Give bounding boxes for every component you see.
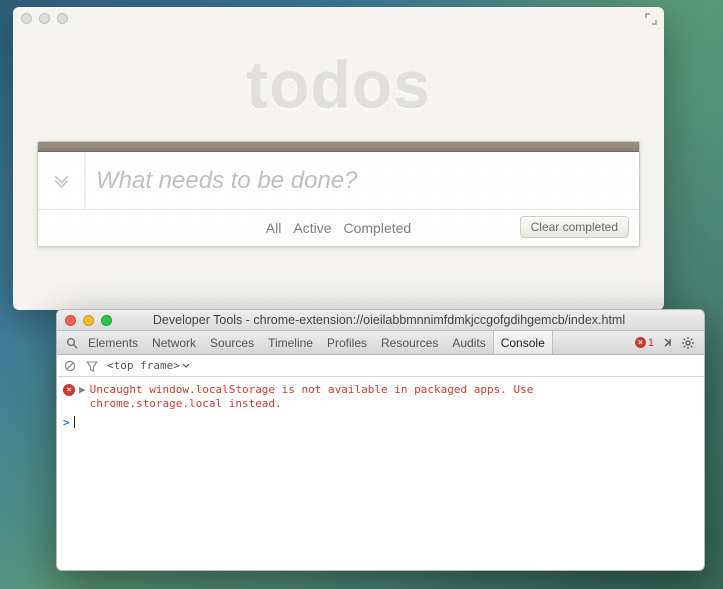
filter-completed[interactable]: Completed <box>343 220 411 236</box>
close-icon[interactable] <box>65 315 76 326</box>
filter-all[interactable]: All <box>266 220 282 236</box>
frame-selector-label: <top frame> <box>107 359 180 372</box>
traffic-lights <box>65 315 112 326</box>
tab-elements[interactable]: Elements <box>81 331 145 354</box>
tab-sources[interactable]: Sources <box>203 331 261 354</box>
todo-footer: All Active Completed Clear completed <box>38 210 639 246</box>
zoom-icon[interactable] <box>57 13 68 24</box>
fullscreen-icon[interactable] <box>645 13 657 25</box>
tab-profiles[interactable]: Profiles <box>320 331 374 354</box>
error-count-badge[interactable]: × 1 <box>631 337 658 349</box>
devtools-window: Developer Tools - chrome-extension://oie… <box>56 309 705 571</box>
console-output: × ▶ Uncaught window.localStorage is not … <box>57 377 704 435</box>
tab-audits[interactable]: Audits <box>445 331 492 354</box>
frame-selector[interactable]: <top frame> <box>107 359 190 372</box>
traffic-lights <box>21 13 68 24</box>
tab-network[interactable]: Network <box>145 331 203 354</box>
devtools-titlebar[interactable]: Developer Tools - chrome-extension://oie… <box>57 310 704 331</box>
devtools-tab-bar: Elements Network Sources Timeline Profil… <box>57 331 704 355</box>
clear-console-icon[interactable] <box>63 360 77 372</box>
filter-group: All Active Completed <box>266 220 411 236</box>
tab-console[interactable]: Console <box>493 331 553 354</box>
drawer-toggle-icon[interactable] <box>658 336 678 349</box>
todos-titlebar[interactable] <box>13 7 664 29</box>
text-cursor <box>74 416 75 428</box>
chevron-down-icon <box>182 362 190 370</box>
expand-arrow-icon[interactable]: ▶ <box>79 383 86 396</box>
prompt-icon: > <box>63 416 70 429</box>
filter-icon[interactable] <box>85 360 99 372</box>
minimize-icon[interactable] <box>39 13 50 24</box>
error-count: 1 <box>648 337 654 349</box>
devtools-window-title: Developer Tools - chrome-extension://oie… <box>112 313 696 327</box>
tab-timeline[interactable]: Timeline <box>261 331 320 354</box>
console-toolbar: <top frame> <box>57 355 704 377</box>
console-input-row[interactable]: > <box>63 414 698 431</box>
tab-resources[interactable]: Resources <box>374 331 445 354</box>
error-icon: × <box>635 337 646 348</box>
console-error-row[interactable]: × ▶ Uncaught window.localStorage is not … <box>63 381 698 414</box>
gear-icon[interactable] <box>678 336 698 350</box>
close-icon[interactable] <box>21 13 32 24</box>
todos-app-window: todos All Active Completed Clear complet… <box>13 7 664 310</box>
filter-active[interactable]: Active <box>293 220 331 236</box>
console-error-message: Uncaught window.localStorage is not avai… <box>90 383 540 412</box>
minimize-icon[interactable] <box>83 315 94 326</box>
zoom-icon[interactable] <box>101 315 112 326</box>
search-icon[interactable] <box>63 337 81 349</box>
clear-completed-button[interactable]: Clear completed <box>520 216 629 238</box>
error-icon: × <box>63 384 75 396</box>
window-texture <box>13 7 664 310</box>
